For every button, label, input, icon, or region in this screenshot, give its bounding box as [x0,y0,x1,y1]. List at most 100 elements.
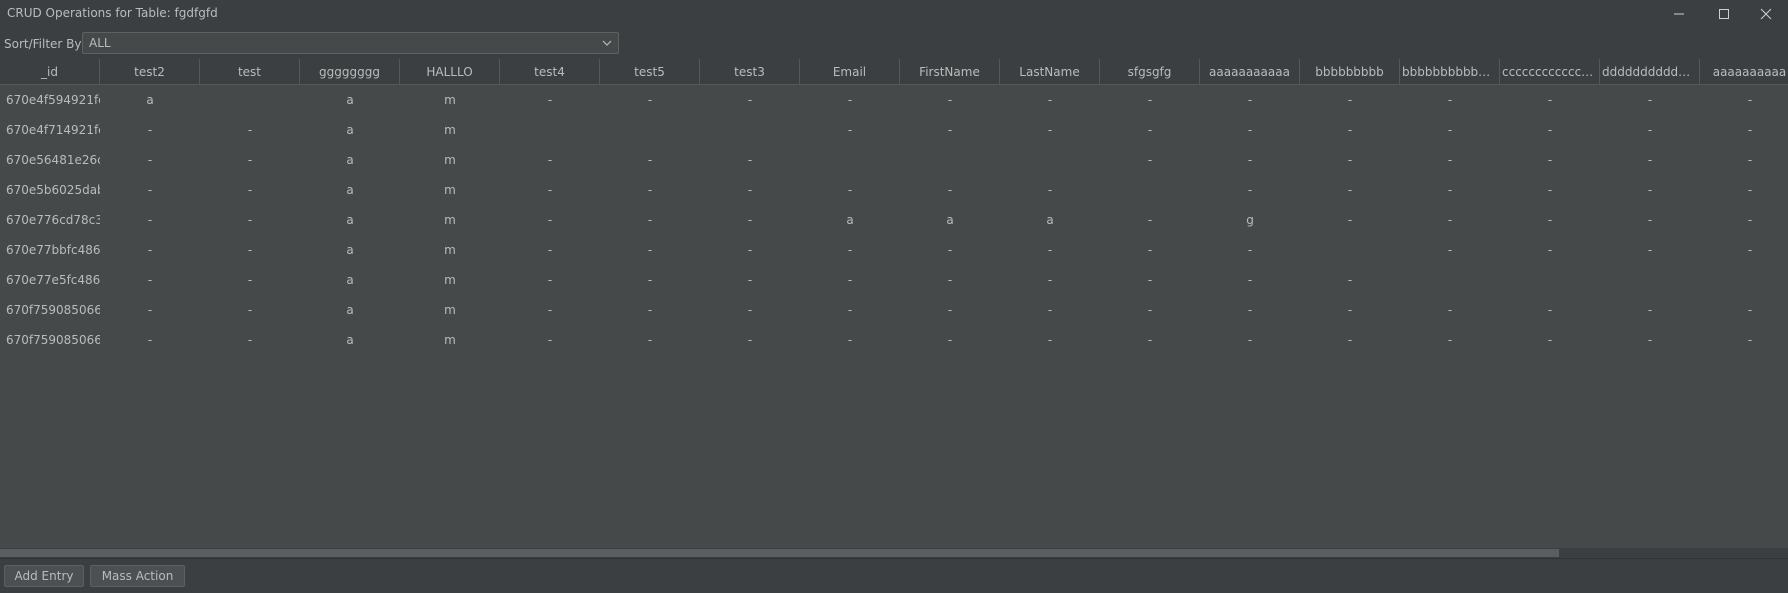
column-header[interactable]: test5 [600,59,700,85]
table-cell[interactable]: - [100,235,200,265]
table-cell[interactable]: - [900,325,1000,355]
table-row[interactable]: 670f759085066e...--am------------- [0,295,1788,325]
table-cell[interactable]: - [700,325,800,355]
table-cell[interactable] [200,85,300,115]
maximize-button[interactable] [1704,0,1744,27]
table-cell[interactable]: - [600,325,700,355]
column-header[interactable]: aaaaaaaaaa [1700,59,1788,85]
column-header[interactable]: HALLLO [400,59,500,85]
row-id-cell[interactable]: 670e776cd78c3c... [0,205,100,235]
table-cell[interactable] [1000,145,1100,175]
table-cell[interactable]: m [400,325,500,355]
row-id-cell[interactable]: 670e77bbfc4867... [0,235,100,265]
table-cell[interactable]: - [1500,205,1600,235]
table-cell[interactable]: - [1600,235,1700,265]
column-header[interactable]: dddddddddddddd [1600,59,1700,85]
table-cell[interactable]: - [900,85,1000,115]
table-cell[interactable]: - [1400,325,1500,355]
table-cell[interactable]: - [800,235,900,265]
horizontal-scrollbar[interactable] [0,548,1788,558]
row-id-cell[interactable]: 670e77e5fc4867... [0,265,100,295]
table-cell[interactable]: - [500,85,600,115]
table-cell[interactable]: - [1400,115,1500,145]
table-cell[interactable]: - [200,115,300,145]
table-cell[interactable]: a [300,205,400,235]
table-row[interactable]: 670e4f594921fe...aam------------- [0,85,1788,115]
table-cell[interactable]: - [1300,145,1400,175]
table-cell[interactable]: - [1500,85,1600,115]
table-cell[interactable]: m [400,115,500,145]
table-cell[interactable]: - [1500,175,1600,205]
table-cell[interactable]: m [400,295,500,325]
column-header[interactable]: gggggggg [300,59,400,85]
table-cell[interactable]: - [600,265,700,295]
table-row[interactable]: 670f759085066e...--am------------- [0,325,1788,355]
table-cell[interactable]: - [1400,205,1500,235]
table-cell[interactable]: - [1000,115,1100,145]
table-cell[interactable] [1600,265,1700,295]
column-header[interactable]: sfgsgfg [1100,59,1200,85]
table-cell[interactable]: - [600,235,700,265]
table-row[interactable]: 670e77bbfc4867...--am------------ [0,235,1788,265]
table-cell[interactable] [1100,175,1200,205]
table-cell[interactable]: - [900,265,1000,295]
table-cell[interactable]: m [400,265,500,295]
column-header[interactable]: FirstName [900,59,1000,85]
table-cell[interactable]: - [1700,235,1788,265]
table-cell[interactable]: m [400,145,500,175]
table-cell[interactable]: - [1300,85,1400,115]
table-cell[interactable]: - [1300,325,1400,355]
table-cell[interactable]: - [1600,295,1700,325]
table-cell[interactable]: - [500,295,600,325]
table-cell[interactable]: - [100,145,200,175]
table-cell[interactable] [1500,265,1600,295]
table-cell[interactable]: - [1000,265,1100,295]
table-cell[interactable] [500,115,600,145]
table-cell[interactable]: g [1200,205,1300,235]
table-cell[interactable]: - [1200,145,1300,175]
table-cell[interactable]: - [1000,85,1100,115]
table-cell[interactable]: - [1700,295,1788,325]
table-cell[interactable]: - [1400,145,1500,175]
row-id-cell[interactable]: 670e56481e26c1... [0,145,100,175]
table-cell[interactable]: - [1000,295,1100,325]
table-cell[interactable]: - [1600,115,1700,145]
table-cell[interactable]: - [1600,205,1700,235]
column-header[interactable]: bbbbbbbbbbbbb... [1400,59,1500,85]
table-cell[interactable]: m [400,85,500,115]
table-cell[interactable]: a [300,235,400,265]
table-cell[interactable]: a [100,85,200,115]
table-cell[interactable]: - [1700,205,1788,235]
column-header[interactable]: _id [0,59,100,85]
table-cell[interactable]: - [100,175,200,205]
table-cell[interactable]: a [300,325,400,355]
table-cell[interactable]: - [1200,175,1300,205]
column-header[interactable]: test4 [500,59,600,85]
table-cell[interactable]: - [1200,235,1300,265]
row-id-cell[interactable]: 670f759085066e... [0,295,100,325]
table-cell[interactable]: - [500,205,600,235]
table-cell[interactable]: - [1500,145,1600,175]
table-cell[interactable]: - [1500,115,1600,145]
table-cell[interactable]: - [500,325,600,355]
table-cell[interactable]: - [700,145,800,175]
table-cell[interactable]: - [800,295,900,325]
column-header[interactable]: bbbbbbbbb [1300,59,1400,85]
table-cell[interactable]: - [1400,85,1500,115]
table-cell[interactable]: a [300,115,400,145]
table-cell[interactable]: - [200,325,300,355]
table-cell[interactable]: - [100,205,200,235]
column-header[interactable]: cccccccccccccccc [1500,59,1600,85]
table-cell[interactable]: - [1100,325,1200,355]
table-cell[interactable]: - [1400,235,1500,265]
table-cell[interactable]: - [200,235,300,265]
column-header[interactable]: Email [800,59,900,85]
table-cell[interactable]: - [1200,85,1300,115]
table-cell[interactable]: - [600,85,700,115]
table-cell[interactable]: a [300,145,400,175]
table-cell[interactable]: m [400,175,500,205]
column-header[interactable]: aaaaaaaaaaa [1200,59,1300,85]
table-row[interactable]: 670e5b6025dab...--am------------ [0,175,1788,205]
column-header[interactable]: test2 [100,59,200,85]
table-cell[interactable]: - [800,325,900,355]
